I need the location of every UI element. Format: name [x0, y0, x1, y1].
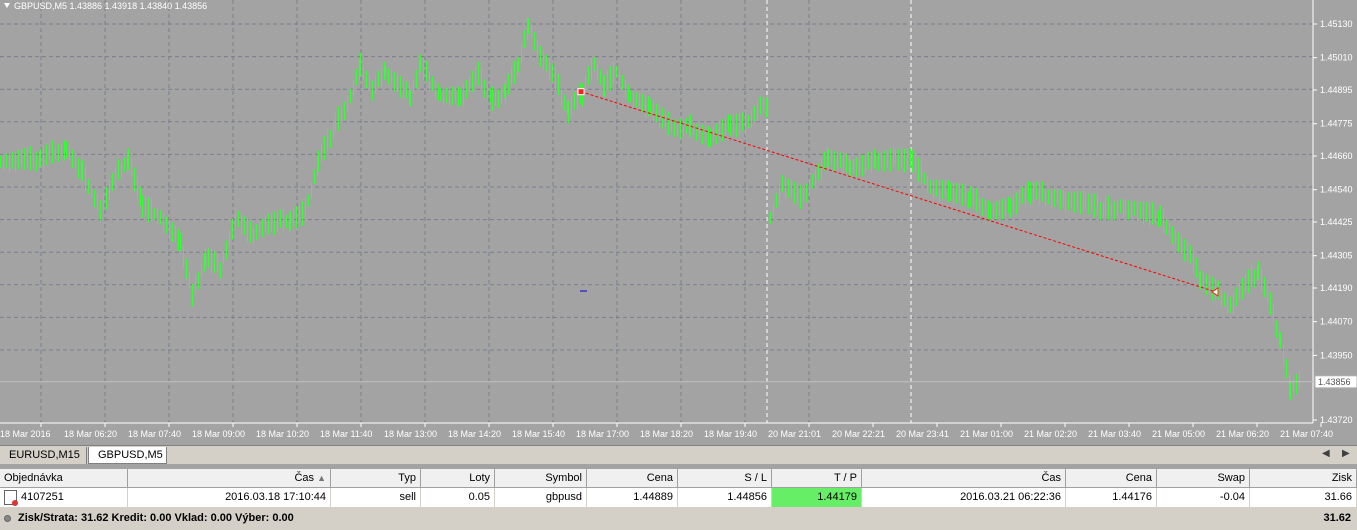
summary-status-icon: [4, 515, 11, 522]
col-sl[interactable]: S / L: [678, 469, 772, 487]
time-tick-label: 18 Mar 13:00: [384, 429, 437, 439]
account-summary: Zisk/Strata: 31.62 Kredit: 0.00 Vklad: 0…: [0, 507, 1357, 530]
order-number: 4107251: [21, 491, 64, 503]
price-tick-label: 1.44775: [1320, 119, 1353, 129]
price-tick-label: 1.44660: [1320, 151, 1353, 161]
price-tick-label: 1.44070: [1320, 317, 1353, 327]
time-tick-label: 20 Mar 21:01: [768, 429, 821, 439]
chart-tab-bar: EURUSD,M15 GBPUSD,M5 ◀ ▶: [0, 445, 1357, 464]
sort-arrow-icon: ▲: [317, 473, 326, 483]
time-tick-label: 18 Mar 10:20: [256, 429, 309, 439]
tab-eurusd-m15[interactable]: EURUSD,M15: [0, 447, 87, 464]
cell-open-price: 1.44889: [587, 488, 678, 507]
table-row[interactable]: 4107251 2016.03.18 17:10:44 sell 0.05 gb…: [0, 488, 1357, 507]
terminal-header: Objednávka Čas ▲ Typ Loty Symbol Cena S …: [0, 469, 1357, 488]
cell-close-time: 2016.03.21 06:22:36: [862, 488, 1066, 507]
time-tick-label: 18 Mar 14:20: [448, 429, 501, 439]
time-tick-label: 18 Mar 2016: [0, 429, 51, 439]
time-tick-label: 18 Mar 06:20: [64, 429, 117, 439]
summary-text: Zisk/Strata: 31.62 Kredit: 0.00 Vklad: 0…: [18, 512, 294, 524]
col-lots[interactable]: Loty: [421, 469, 495, 487]
cell-tp: 1.44179: [772, 488, 862, 507]
price-tick-label: 1.44540: [1320, 185, 1353, 195]
price-tick-label: 1.44425: [1320, 217, 1353, 227]
time-tick-label: 20 Mar 23:41: [896, 429, 949, 439]
price-tick-label: 1.44895: [1320, 85, 1353, 95]
time-tick-label: 18 Mar 18:20: [640, 429, 693, 439]
time-tick-label: 18 Mar 11:40: [320, 429, 372, 439]
cell-open-time: 2016.03.18 17:10:44: [128, 488, 331, 507]
price-tick-label: 1.44190: [1320, 283, 1353, 293]
price-tick-label: 1.43950: [1320, 350, 1353, 360]
price-tick-label: 1.44305: [1320, 251, 1353, 261]
cell-close-price: 1.44176: [1066, 488, 1157, 507]
current-price-label: 1.43856: [1318, 377, 1351, 387]
chart-grid: [0, 0, 1313, 423]
time-tick-label: 18 Mar 17:00: [576, 429, 629, 439]
cell-lots: 0.05: [421, 488, 495, 507]
col-tp[interactable]: T / P: [772, 469, 862, 487]
cell-profit: 31.66: [1250, 488, 1357, 507]
chart-canvas[interactable]: 1.45130 1.45010 1.44895 1.44775 1.44660 1.445…: [0, 0, 1357, 445]
col-close-price[interactable]: Cena: [1066, 469, 1157, 487]
time-tick-label: 21 Mar 01:00: [960, 429, 1013, 439]
time-tick-label: 18 Mar 07:40: [128, 429, 181, 439]
time-tick-label: 21 Mar 05:00: [1152, 429, 1205, 439]
col-open-time[interactable]: Čas ▲: [128, 469, 331, 487]
chart-menu-arrow-icon: [4, 3, 10, 8]
col-open-price[interactable]: Cena: [587, 469, 678, 487]
price-bars: [0, 17, 1300, 401]
time-tick-label: 18 Mar 15:40: [512, 429, 565, 439]
time-tick-label: 20 Mar 22:21: [832, 429, 885, 439]
cell-sl: 1.44856: [678, 488, 772, 507]
price-tick-label: 1.43720: [1320, 415, 1353, 425]
terminal-panel: Objednávka Čas ▲ Typ Loty Symbol Cena S …: [0, 469, 1357, 530]
time-tick-label: 21 Mar 02:20: [1024, 429, 1077, 439]
col-symbol[interactable]: Symbol: [495, 469, 587, 487]
time-tick-label: 21 Mar 06:20: [1216, 429, 1269, 439]
scroll-right-icon[interactable]: ▶: [1342, 448, 1350, 459]
tab-gbpusd-m5[interactable]: GBPUSD,M5: [88, 447, 167, 464]
cell-order: 4107251: [0, 488, 128, 507]
col-type[interactable]: Typ: [331, 469, 421, 487]
summary-total: 31.62: [1323, 512, 1351, 524]
trade-open-marker: [577, 88, 585, 96]
cell-swap: -0.04: [1157, 488, 1250, 507]
cell-symbol: gbpusd: [495, 488, 587, 507]
col-close-time[interactable]: Čas: [862, 469, 1066, 487]
col-profit[interactable]: Zisk: [1250, 469, 1357, 487]
order-status-dot: [12, 499, 18, 506]
order-doc-icon: [4, 489, 18, 506]
chart-title: GBPUSD,M5 1.43886 1.43918 1.43840 1.4385…: [14, 1, 207, 11]
price-tick-label: 1.45010: [1320, 53, 1353, 63]
price-tick-label: 1.45130: [1320, 19, 1353, 29]
cell-type: sell: [331, 488, 421, 507]
col-order[interactable]: Objednávka: [0, 469, 128, 487]
price-chart[interactable]: 1.45130 1.45010 1.44895 1.44775 1.44660 1.445…: [0, 0, 1357, 445]
scroll-left-icon[interactable]: ◀: [1322, 448, 1330, 459]
time-tick-label: 18 Mar 19:40: [704, 429, 757, 439]
col-swap[interactable]: Swap: [1157, 469, 1250, 487]
time-tick-label: 18 Mar 09:00: [192, 429, 245, 439]
time-tick-label: 21 Mar 07:40: [1280, 429, 1333, 439]
time-tick-label: 21 Mar 03:40: [1088, 429, 1141, 439]
col-open-time-label: Čas: [294, 472, 315, 484]
